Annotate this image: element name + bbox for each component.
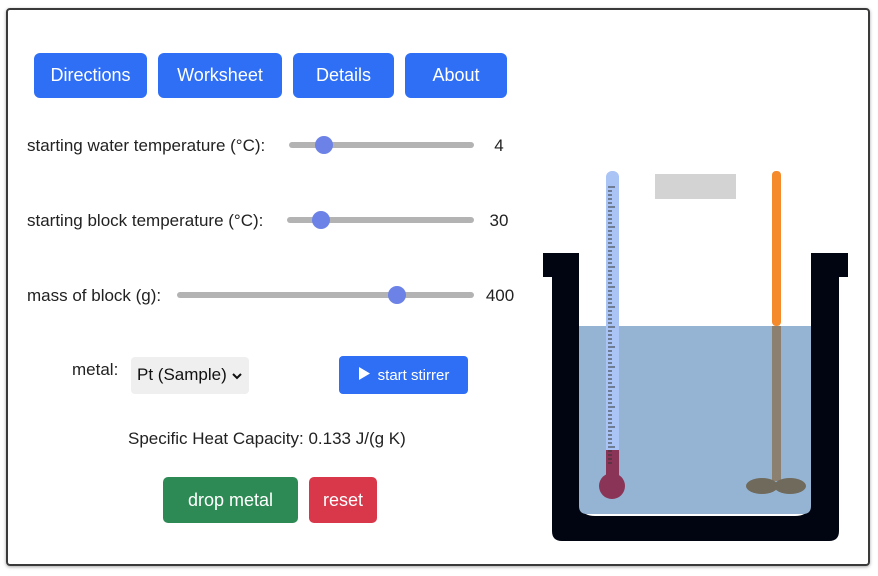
worksheet-button[interactable]: Worksheet (158, 53, 282, 98)
block-temp-slider[interactable] (287, 211, 474, 229)
start-stirrer-label: start stirrer (377, 366, 450, 384)
play-icon (358, 366, 371, 385)
mass-value: 400 (485, 286, 515, 305)
reset-button[interactable]: reset (309, 477, 377, 523)
block-temp-thumb[interactable] (311, 211, 330, 229)
chevron-down-icon (231, 367, 243, 387)
stirrer-rod-submerged (772, 326, 781, 481)
water-temp-label: starting water temperature (°C): (27, 136, 266, 155)
mass-thumb[interactable] (387, 286, 406, 304)
about-button[interactable]: About (405, 53, 507, 98)
start-stirrer-button[interactable]: start stirrer (339, 356, 468, 394)
metal-select[interactable]: Pt (Sample) (131, 357, 249, 394)
details-button[interactable]: Details (293, 53, 394, 98)
mass-slider[interactable] (177, 286, 474, 304)
thermometer-tube (606, 171, 619, 471)
metal-label: metal: (72, 360, 119, 379)
stirrer-paddle-left (746, 478, 778, 494)
block-temp-label: starting block temperature (°C): (27, 211, 264, 230)
block-temp-value: 30 (489, 211, 509, 230)
drop-metal-button[interactable]: drop metal (163, 477, 298, 523)
calorimeter-scene (543, 171, 848, 541)
metal-select-value: Pt (Sample) (137, 365, 227, 384)
water-temp-slider[interactable] (289, 136, 474, 154)
lid-placeholder (655, 174, 736, 199)
stirrer-rod (772, 171, 781, 326)
directions-button[interactable]: Directions (34, 53, 147, 98)
thermometer-bulb (599, 473, 625, 499)
mass-label: mass of block (g): (27, 286, 162, 305)
water-temp-value: 4 (494, 136, 504, 155)
stirrer-paddle-right (774, 478, 806, 494)
specific-heat-text: Specific Heat Capacity: 0.133 J/(g K) (128, 429, 406, 448)
